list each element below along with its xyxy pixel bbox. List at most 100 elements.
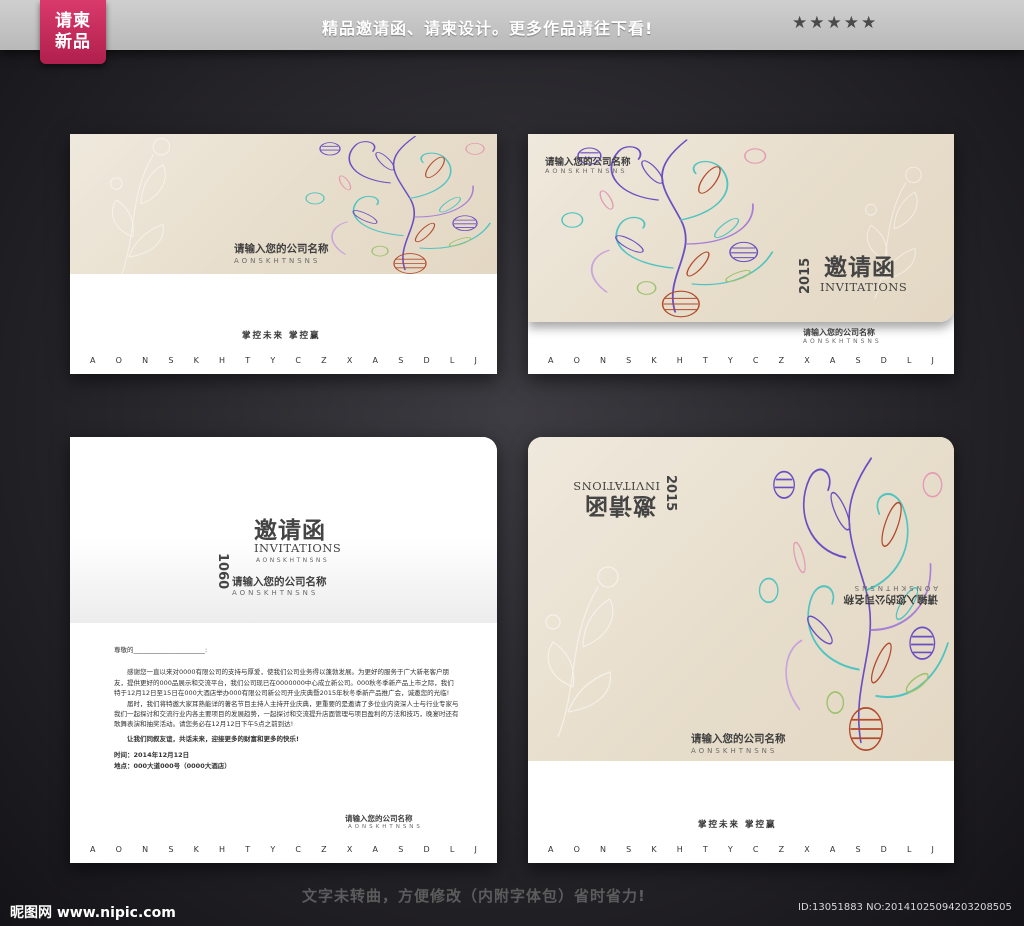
strip-letter: S — [855, 356, 861, 365]
strip-letter: Y — [727, 845, 733, 854]
strip-letter: T — [702, 356, 708, 365]
company-name-bottom: 请输入您的公司名称 — [803, 328, 875, 337]
paragraph-3: 让我们同叙友谊，共话未来，迎接更多的财富和更多的快乐! — [127, 734, 299, 743]
invitation-title-en: INVITATIONS — [572, 479, 660, 493]
strip-letter: K — [193, 845, 199, 854]
strip-letter: O — [573, 356, 580, 365]
strip-letter: Z — [321, 845, 327, 854]
strip-letter: T — [245, 845, 251, 854]
card-fold-top-right: 请输入您的公司名称 AONSKHTNSNS 邀请函 2015 INVITATIO… — [528, 134, 954, 374]
strip-letter: K — [193, 356, 199, 365]
strip-letter: H — [676, 845, 683, 854]
banner-slogan: 精品邀请函、请柬设计。更多作品请往下看! — [322, 19, 654, 38]
company-name: 请输入您的公司名称 — [843, 593, 939, 605]
invitation-title-en: INVITATIONS — [254, 541, 342, 555]
strip-letter: O — [115, 356, 122, 365]
letter-strip: AONSKHTYCZXASDLJ — [528, 845, 954, 854]
badge-line-2: 新品 — [55, 32, 91, 52]
strip-letter: S — [168, 356, 174, 365]
strip-letter: S — [626, 845, 632, 854]
company-name-en: AONSKHTNSNS — [545, 167, 628, 175]
strip-letter: N — [142, 356, 149, 365]
company-name: 请输入您的公司名称 — [545, 157, 631, 168]
strip-letter: A — [372, 356, 378, 365]
strip-letter: D — [423, 356, 430, 365]
upside-down-title: 邀请函 2015 INVITATIONS — [546, 455, 686, 525]
ghost-leaf-decoration — [545, 566, 619, 738]
footer-slogan: 文字未转曲，方便修改（内附字体包）省时省力! — [302, 887, 646, 905]
strip-letter: C — [752, 356, 759, 365]
beige-panel: 邀请函 2015 INVITATIONS 请输入您的公司名称 AONSKHTNS… — [528, 437, 954, 761]
signature-company: 请输入您的公司名称 — [345, 814, 413, 823]
strip-letter: Y — [270, 356, 276, 365]
company-name-en: AONSKHTNSNS — [232, 589, 319, 597]
strip-letter: N — [142, 845, 149, 854]
strip-letter: Z — [321, 356, 327, 365]
strip-letter: Z — [778, 845, 785, 854]
strip-letter: A — [372, 845, 378, 854]
strip-letter: L — [449, 356, 455, 365]
card-cover-bottom-right: 邀请函 2015 INVITATIONS 请输入您的公司名称 AONSKHTNS… — [528, 437, 954, 863]
event-time: 时间：2014年12月12日 — [114, 751, 190, 760]
year-vertical: 2015 — [798, 257, 813, 294]
letter-strip: AONSKHTYCZXASDLJ — [528, 356, 954, 365]
strip-letter: D — [880, 845, 887, 854]
strip-letter: S — [398, 845, 404, 854]
card-cover-top-left: 请输入您的公司名称 AONSKHTNSNS 掌控未来 掌控赢 A O N S K H T Y C… — [70, 134, 497, 374]
strip-letter: S — [398, 356, 404, 365]
strip-letter: N — [600, 356, 607, 365]
strip-letter: C — [752, 845, 759, 854]
year-vertical: 1060 — [215, 553, 230, 590]
new-product-badge: 请柬 新品 — [40, 0, 106, 64]
strip-letter: H — [676, 356, 683, 365]
strip-letter: J — [474, 845, 477, 854]
strip-letter: A — [548, 356, 554, 365]
event-place: 地点：000大道000号（0000大酒店） — [114, 761, 231, 770]
invitation-title: 邀请函 — [824, 254, 896, 281]
strip-letter: S — [168, 845, 174, 854]
strip-letter: S — [626, 356, 632, 365]
company-name: 请输入您的公司名称 — [234, 243, 329, 255]
strip-letter: K — [651, 845, 657, 854]
strip-letter: X — [804, 845, 810, 854]
strip-letter: J — [931, 356, 934, 365]
salutation: 尊敬的______________________: — [114, 646, 208, 654]
paragraph-2: 届时，我们将特邀大家耳熟能详的著名节目主持人主持开业庆典，更重要的是邀请了多位业… — [114, 699, 459, 729]
strip-letter: L — [449, 845, 455, 854]
invitation-title-sub: AONSKHTNSNS — [256, 557, 330, 564]
strip-letter: X — [346, 845, 353, 854]
strip-letter: X — [804, 356, 810, 365]
company-name: 请输入您的公司名称 — [691, 733, 786, 745]
strip-letter: C — [295, 356, 301, 365]
company-name-en: AONSKHTNSNS — [234, 257, 321, 265]
strip-letter: T — [245, 356, 251, 365]
strip-letter: A — [829, 845, 836, 854]
strip-letter: A — [90, 845, 96, 854]
letter-body: 尊敬的______________________: 感谢您一直以来对0000有… — [114, 645, 459, 771]
strip-letter: H — [219, 356, 226, 365]
invitation-title: 邀请函 — [254, 517, 326, 544]
invitation-title-en: INVITATIONS — [820, 280, 908, 294]
strip-letter: O — [115, 845, 122, 854]
strip-letter: H — [219, 845, 226, 854]
rating-stars: ★★★★★ — [792, 13, 879, 33]
strip-letter: K — [651, 356, 657, 365]
strip-letter: L — [906, 845, 912, 854]
company-name-en: AONSKHTNSNS — [851, 584, 938, 592]
company-name-en: AONSKHTNSNS — [691, 747, 778, 755]
strip-letter: D — [880, 356, 887, 365]
strip-letter: J — [931, 845, 934, 854]
strip-letter: X — [346, 356, 353, 365]
strip-letter: T — [702, 845, 708, 854]
beige-flap: 请输入您的公司名称 AONSKHTNSNS 邀请函 2015 INVITATIO… — [528, 134, 954, 322]
strip-letter: A — [829, 356, 836, 365]
upside-down-company: 请输入您的公司名称 AONSKHTNSNS — [828, 577, 939, 607]
ghost-leaf-decoration — [110, 138, 171, 279]
paragraph-1: 感谢您一直以来对0000有限公司的支持与厚爱，使我们公司业务得以蓬勃发展。为更好… — [114, 668, 454, 698]
strip-letter: N — [600, 845, 607, 854]
invitation-title: 邀请函 — [584, 492, 656, 519]
strip-letter: A — [548, 845, 554, 854]
site-watermark: 昵图网 www.nipic.com — [10, 905, 176, 921]
slogan: 掌控未来 掌控赢 — [698, 820, 777, 830]
strip-letter: J — [474, 356, 477, 365]
